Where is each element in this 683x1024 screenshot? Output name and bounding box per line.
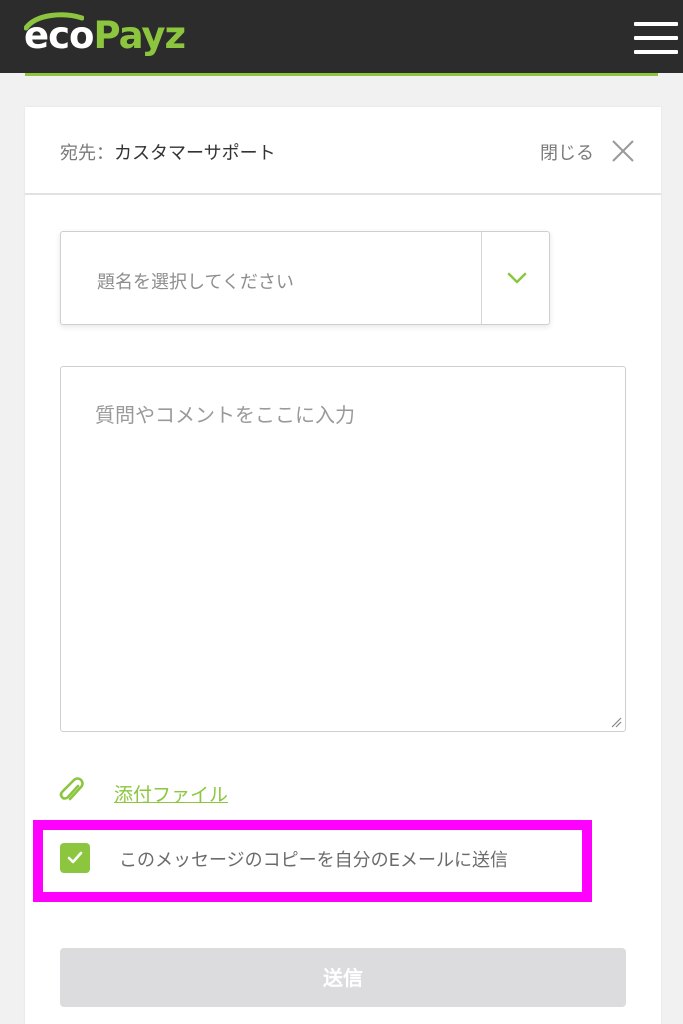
attach-file-link[interactable]: 添付ファイル [114, 780, 228, 807]
hamburger-line [634, 50, 678, 54]
chevron-down-icon[interactable] [506, 268, 528, 288]
dialog-header: 宛先：カスタマーサポート 閉じる [25, 107, 661, 195]
close-icon[interactable] [611, 139, 635, 163]
header-accent-line [25, 73, 658, 76]
logo-eco-text: eco [24, 14, 94, 57]
resize-handle-icon[interactable] [610, 716, 622, 728]
ecopayz-logo[interactable]: ecoPayz [24, 14, 186, 58]
checkmark-icon [67, 851, 83, 864]
message-placeholder: 質問やコメントをここに入力 [95, 403, 355, 427]
copy-email-label[interactable]: このメッセージのコピーを自分のEメールに送信 [119, 846, 508, 872]
recipient-prefix: 宛先： [60, 143, 114, 164]
close-button-label[interactable]: 閉じる [540, 139, 594, 165]
copy-email-checkbox[interactable] [60, 843, 90, 873]
hamburger-menu-icon[interactable] [634, 22, 678, 54]
submit-button[interactable]: 送信 [60, 948, 626, 1007]
logo-payz-text: Payz [93, 14, 186, 57]
subject-placeholder: 題名を選択してください [97, 272, 294, 293]
paperclip-icon[interactable] [58, 777, 86, 807]
subject-select[interactable]: 題名を選択してください [60, 231, 550, 325]
hamburger-line [634, 36, 678, 40]
top-navigation-bar: ecoPayz [0, 0, 683, 73]
attach-file-row[interactable]: 添付ファイル [58, 777, 358, 807]
recipient-value: カスタマーサポート [114, 143, 276, 164]
subject-divider [481, 232, 482, 324]
recipient-label: 宛先：カスタマーサポート [60, 139, 276, 165]
message-textarea[interactable]: 質問やコメントをここに入力 [60, 366, 626, 732]
hamburger-line [634, 22, 678, 26]
